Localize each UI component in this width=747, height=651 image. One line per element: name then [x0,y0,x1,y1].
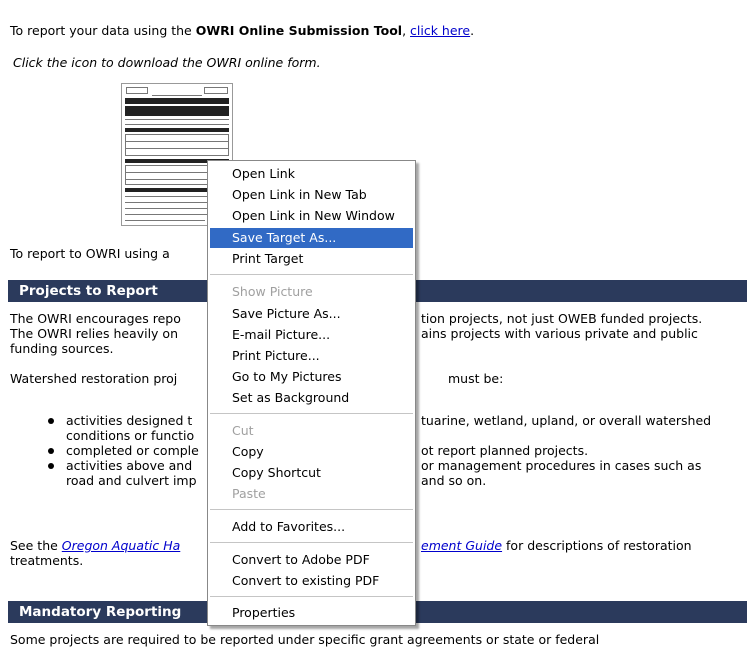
context-menu: Open Link Open Link in New Tab Open Link… [207,160,416,626]
menu-item-open-link-new-window[interactable]: Open Link in New Window [210,206,413,226]
intro-text: To report your data using the [10,23,196,38]
menu-item-open-link[interactable]: Open Link [210,164,413,184]
intro-line: To report your data using the OWRI Onlin… [10,23,474,38]
bullet-text: completed or comple [66,443,199,458]
period: . [470,23,475,38]
projects-p1-line3: funding sources. [10,341,114,356]
menu-item-save-picture-as[interactable]: Save Picture As... [210,304,413,324]
see-prefix: See the [10,538,62,553]
menu-item-go-to-my-pictures[interactable]: Go to My Pictures [210,367,413,387]
menu-item-show-picture: Show Picture [232,284,313,299]
comma: , [402,23,411,38]
projects-p1-line1-right: tion projects, not just OWEB funded proj… [421,311,703,326]
projects-p1-line2-left: The OWRI relies heavily on [10,326,178,341]
guide-link[interactable]: Oregon Aquatic Ha [62,538,181,553]
menu-separator [210,509,413,510]
list-item-continued: conditions or functio [10,428,199,443]
menu-separator [210,413,413,414]
bullet-5-right: and so on. [421,473,487,488]
bullet-text: activities designed t [66,413,193,428]
menu-item-print-picture[interactable]: Print Picture... [210,346,413,366]
mandatory-p1: Some projects are required to be reporte… [10,632,600,647]
menu-item-copy[interactable]: Copy [210,442,413,462]
menu-item-open-link-new-tab[interactable]: Open Link in New Tab [210,185,413,205]
menu-item-set-as-background[interactable]: Set as Background [210,388,413,408]
list-item-continued: road and culvert imp [10,473,199,488]
menu-item-print-target[interactable]: Print Target [210,249,413,269]
projects-p1-line1-left: The OWRI encourages repo [10,311,181,326]
download-hint: Click the icon to download the OWRI onli… [13,55,321,70]
list-item: activities above and [10,458,199,473]
bullet-1-right: tuarine, wetland, upland, or overall wat… [421,413,712,428]
menu-item-paste: Paste [232,486,266,501]
menu-item-copy-shortcut[interactable]: Copy Shortcut [210,463,413,483]
bullet-text: conditions or functio [66,428,195,443]
see-suffix: for descriptions of restoration [502,538,692,553]
projects-p2-right: must be: [448,371,504,386]
menu-item-convert-to-existing-pdf[interactable]: Convert to existing PDF [210,571,413,591]
bullet-4-right: or management procedures in cases such a… [421,458,702,473]
menu-item-cut: Cut [232,423,254,438]
bullet-3-right: ot report planned projects. [421,443,589,458]
projects-p2-left: Watershed restoration proj [10,371,178,386]
tool-name: OWRI Online Submission Tool [195,23,403,38]
list-item: activities designed t [10,413,199,428]
see-guide-right: ement Guide for descriptions of restorat… [421,538,692,553]
menu-separator [210,596,413,597]
menu-item-email-picture[interactable]: E-mail Picture... [210,325,413,345]
projects-p1-line2-right: ains projects with various private and p… [421,326,698,341]
click-here-link[interactable]: click here [410,23,470,38]
menu-item-properties[interactable]: Properties [210,603,413,623]
list-item: completed or comple [10,443,199,458]
report-using-text: To report to OWRI using a [10,246,170,261]
menu-item-add-to-favorites[interactable]: Add to Favorites... [210,517,413,537]
menu-separator [210,542,413,543]
restoration-criteria-list: activities designed t conditions or func… [10,413,199,488]
bullet-text: activities above and [66,458,193,473]
guide-link-end[interactable]: ement Guide [421,538,502,553]
menu-item-save-target-as[interactable]: Save Target As... [210,228,413,248]
see-guide-left: See the Oregon Aquatic Ha [10,538,180,553]
bullet-text: road and culvert imp [66,473,197,488]
see-guide-line2: treatments. [10,553,84,568]
menu-item-convert-to-adobe-pdf[interactable]: Convert to Adobe PDF [210,550,413,570]
menu-separator [210,274,413,275]
